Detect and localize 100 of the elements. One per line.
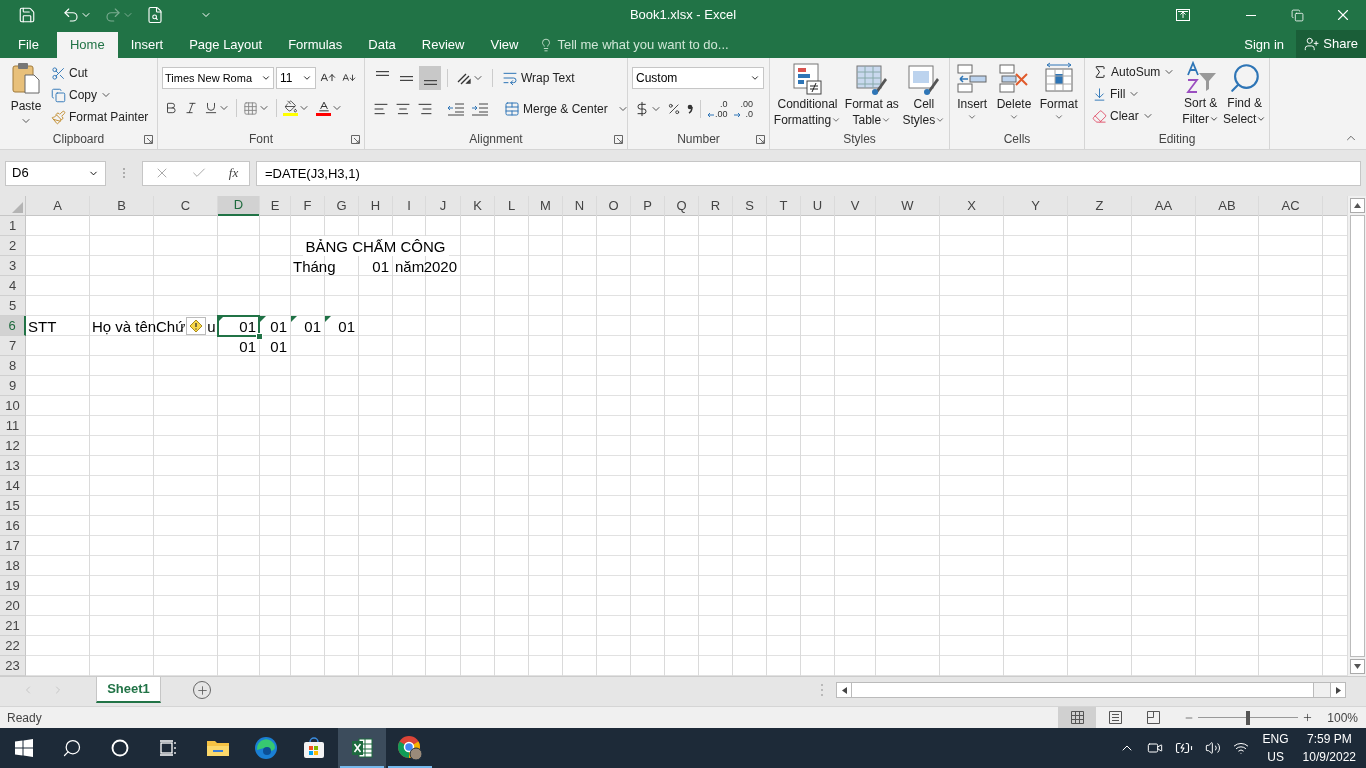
row-header[interactable]: 20 [0,596,26,616]
column-header[interactable]: T [767,196,800,216]
column-header[interactable]: B [90,196,153,216]
row-header[interactable]: 4 [0,276,26,296]
sort-filter-button[interactable]: Sort & Filter [1182,61,1220,127]
row-header[interactable]: 11 [0,416,26,436]
worksheet-grid[interactable]: 1 2 3 4 5 6 7 8 9 10 11 12 13 14 15 16 17 18 19 20 21 22 23 A STT B Họ và tên C Chứ u D 01 01 E 01 01 F Tháng 01 G 01 H BẢNG CHẤM CÔNG 01 I năm J 2020 K L M N O P Q R S T U V W X Y Z AA AB AC [0,196,1347,676]
fill-handle[interactable] [256,333,263,340]
ribbon-tab[interactable]: Page Layout [176,32,276,58]
zoom-percent[interactable]: 100% [1327,708,1358,727]
number-format-dropdown[interactable]: Custom [632,67,764,89]
column-header[interactable]: D [218,196,259,216]
column-header[interactable]: Y [1004,196,1067,216]
formula-field[interactable]: =DATE(J3,H3,1) [256,160,1361,186]
column-header[interactable]: J [426,196,460,216]
vertical-scrollbar[interactable] [1347,196,1366,676]
increase-decimal-button[interactable]: .0 .00 [705,97,730,121]
font-name-dropdown[interactable]: Times New Roma [162,67,274,89]
clear-button[interactable]: Clear [1089,105,1179,127]
row-header[interactable]: 8 [0,356,26,376]
taskbar-button[interactable] [338,728,386,768]
decrease-decimal-button[interactable]: .00 .0 [730,97,756,121]
row-header[interactable]: 19 [0,576,26,596]
row-header[interactable]: 18 [0,556,26,576]
find-select-button[interactable]: Find & Select [1223,61,1267,127]
column-header[interactable]: A [26,196,89,216]
splitter-handle-icon[interactable] [820,683,824,697]
column-header[interactable]: U [801,196,834,216]
error-options-button[interactable] [186,317,207,335]
sheet-tab[interactable]: Sheet1 [96,677,161,703]
ribbon-display-options-icon[interactable] [1176,9,1190,21]
style-button[interactable]: Conditional Formatting [773,62,842,128]
clock-time[interactable]: 7:59 PM [1306,730,1352,748]
zoom-slider-thumb[interactable] [1246,710,1251,725]
column-header[interactable]: W [876,196,939,216]
share-button[interactable]: Share [1296,30,1366,58]
ribbon-tab[interactable]: View [477,32,532,58]
column-header[interactable]: V [835,196,875,216]
row-header[interactable]: 16 [0,516,26,536]
ribbon-tab[interactable]: Formulas [275,32,356,58]
style-button[interactable]: Cell Styles [902,62,946,128]
column-header[interactable]: R [699,196,732,216]
row-header[interactable]: 22 [0,636,26,656]
row-header[interactable]: 14 [0,476,26,496]
column-header[interactable]: AC [1259,196,1322,216]
column-header[interactable]: Z [1068,196,1131,216]
zoom-slider[interactable] [1198,710,1299,725]
row-header[interactable]: 5 [0,296,26,316]
row-header[interactable]: 21 [0,616,26,636]
row-header[interactable]: 15 [0,496,26,516]
column-header[interactable]: Q [665,196,698,216]
tell-me-field[interactable]: Tell me what you want to do... [557,35,778,55]
active-cell-border[interactable]: 01 [218,316,259,336]
sign-in-link[interactable]: Sign in [1232,32,1296,58]
column-header[interactable]: S [733,196,766,216]
column-header[interactable]: P [631,196,664,216]
column-header[interactable]: C [154,196,217,216]
horizontal-scrollbar[interactable] [836,682,1346,698]
column-header[interactable]: M [529,196,562,216]
style-button[interactable]: Format as Table [844,62,899,128]
column-header[interactable]: X [940,196,1003,216]
view-button[interactable] [1058,706,1097,729]
column-header[interactable]: L [495,196,528,216]
region-indicator[interactable]: US [1267,748,1284,766]
column-header[interactable]: O [597,196,630,216]
column-header[interactable]: I [393,196,425,216]
row-header[interactable]: 3 [0,256,26,276]
vertical-align-button[interactable] [419,66,441,90]
copy-button[interactable]: Copy [48,84,152,106]
row-header[interactable]: 1 [0,216,26,236]
column-header[interactable]: F [291,196,324,216]
ribbon-tab[interactable]: File [0,32,57,58]
language-indicator[interactable]: ENG [1262,730,1289,748]
merge-center-button[interactable]: Merge & Center [501,98,632,120]
row-header[interactable]: 10 [0,396,26,416]
row-header[interactable]: 7 [0,336,26,356]
format-painter-button[interactable]: Format Painter [48,106,152,128]
cells-button[interactable]: Insert [956,62,989,122]
row-header[interactable]: 6 [0,316,26,336]
column-header[interactable]: E [260,196,290,216]
cells-button[interactable]: Format [1039,62,1078,122]
ribbon-tab[interactable]: Insert [117,32,177,58]
ribbon-tab[interactable]: Home [56,32,118,58]
column-header[interactable]: H [359,196,392,216]
name-box[interactable]: D6 [5,160,106,186]
row-header[interactable]: 13 [0,456,26,476]
ribbon-tab[interactable]: Review [408,32,478,58]
row-header[interactable]: 17 [0,536,26,556]
column-header[interactable]: AB [1196,196,1258,216]
clock-date[interactable]: 10/9/2022 [1302,748,1356,766]
insert-function-button[interactable]: fx [228,163,239,183]
fill-button[interactable]: Fill [1089,83,1179,105]
row-header[interactable]: 2 [0,236,26,256]
column-header[interactable]: AA [1132,196,1195,216]
paste-button[interactable]: Paste [6,62,46,128]
column-header[interactable]: K [461,196,494,216]
column-header[interactable]: N [563,196,596,216]
row-header[interactable]: 9 [0,376,26,396]
ribbon-tab[interactable]: Data [355,32,409,58]
autosum-button[interactable]: AutoSum [1089,61,1179,83]
